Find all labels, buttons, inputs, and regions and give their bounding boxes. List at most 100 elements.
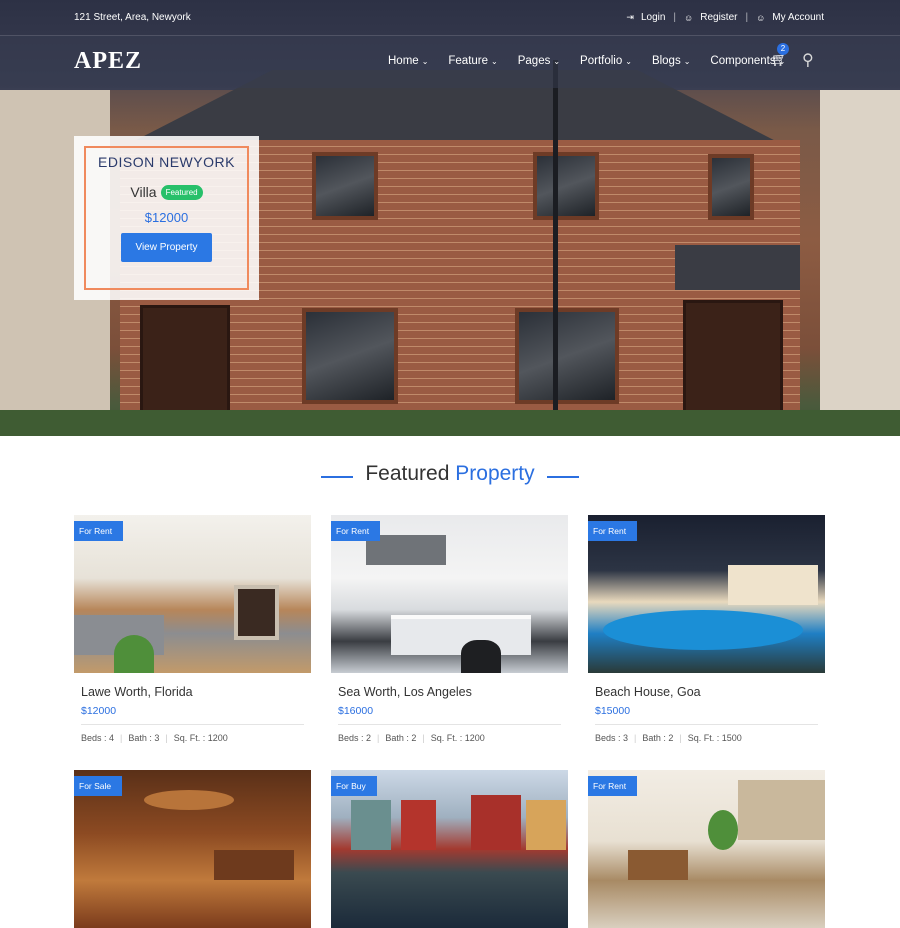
property-card[interactable]: For Rent Lawe Worth, Florida $12000 Beds… [74, 515, 311, 743]
divider: | [165, 733, 168, 743]
my-account-link[interactable]: My Account [772, 12, 824, 23]
top-bar: 121 Street, Area, Newyork ⇥ Login | ☺ Re… [0, 0, 900, 36]
sqft-value: Sq. Ft. : 1200 [173, 733, 228, 743]
hero-property-price: $12000 [144, 210, 189, 225]
divider: | [745, 12, 749, 23]
sqft-value: Sq. Ft. : 1500 [687, 733, 742, 743]
main-nav: APEZ Home ⌄ Feature ⌄ Pages ⌄ Portfolio ⌄ Bl… [0, 36, 900, 88]
property-meta: Beds : 2 | Bath : 2 | Sq. Ft. : 1200 [338, 733, 568, 743]
building-shape [526, 800, 566, 850]
featured-badge: Featured [160, 184, 203, 200]
property-image[interactable]: For Rent [331, 515, 568, 673]
hero-window [312, 152, 378, 220]
chevron-down-icon: ⌄ [421, 57, 429, 66]
property-image[interactable]: For Sale [74, 770, 311, 928]
bath-count: Bath : 2 [385, 733, 417, 743]
divider: | [377, 733, 380, 743]
hero-street-lamp [553, 60, 558, 436]
section-title: Featured Property [0, 462, 900, 486]
divider: | [673, 12, 677, 23]
hero-door [140, 305, 230, 413]
search-icon: ⚲ [802, 52, 814, 69]
divider [81, 724, 304, 725]
property-image[interactable]: For Rent [74, 515, 311, 673]
hero-property-title: EDISON NEWYORK [98, 154, 235, 170]
property-name[interactable]: Beach House, Goa [595, 685, 825, 699]
property-name[interactable]: Lawe Worth, Florida [81, 685, 311, 699]
login-link[interactable]: Login [641, 12, 665, 23]
divider: | [634, 733, 637, 743]
site-logo[interactable]: APEZ [74, 48, 142, 75]
nav-item-feature[interactable]: Feature ⌄ [448, 55, 497, 67]
villa-shape [728, 565, 818, 605]
beds-count: Beds : 2 [338, 733, 372, 743]
pool-shape [603, 610, 803, 650]
cart-count-badge: 2 [777, 43, 789, 55]
building-shape [401, 800, 436, 850]
nav-item-home[interactable]: Home ⌄ [388, 55, 428, 67]
pool-table-shape [214, 850, 294, 880]
divider: | [120, 733, 123, 743]
property-price: $15000 [595, 705, 631, 717]
beds-count: Beds : 3 [595, 733, 629, 743]
property-image[interactable]: For Rent [588, 515, 825, 673]
ceiling-shape [144, 790, 234, 810]
hero-door [683, 300, 783, 413]
nav-item-blogs[interactable]: Blogs ⌄ [652, 55, 690, 67]
property-image[interactable]: For Buy [331, 770, 568, 928]
hero-card-frame: EDISON NEWYORK Villa Featured $12000 Vie… [84, 146, 249, 290]
divider: | [422, 733, 425, 743]
chevron-down-icon: ⌄ [625, 57, 632, 66]
hero-porch-roof [675, 245, 800, 290]
property-name[interactable]: Sea Worth, Los Angeles [338, 685, 568, 699]
fireplace-shape [234, 585, 279, 640]
section-title-highlight: Property [455, 462, 535, 485]
search-button[interactable]: ⚲ [802, 50, 814, 70]
nav-menu: Home ⌄ Feature ⌄ Pages ⌄ Portfolio ⌄ Blogs ⌄ … [388, 55, 785, 67]
hero-window [708, 154, 754, 220]
property-meta: Beds : 4 | Bath : 3 | Sq. Ft. : 1200 [81, 733, 311, 743]
nav-item-label: Feature [448, 55, 489, 67]
property-meta: Beds : 3 | Bath : 2 | Sq. Ft. : 1500 [595, 733, 825, 743]
chevron-down-icon: ⌄ [553, 57, 561, 66]
chevron-down-icon: ⌄ [683, 57, 691, 66]
register-link[interactable]: Register [700, 12, 737, 23]
nav-item-label: Pages [517, 55, 551, 67]
view-property-button[interactable]: View Property [121, 233, 212, 262]
section-title-part: Featured [365, 462, 450, 485]
bath-count: Bath : 2 [642, 733, 674, 743]
account-links: ⇥ Login | ☺ Register | ☺ My Account [626, 12, 824, 23]
property-card[interactable]: For Sale [74, 770, 311, 928]
building-shape [471, 795, 521, 850]
hero-property-card: EDISON NEWYORK Villa Featured $12000 Vie… [74, 136, 259, 300]
nav-item-label: Portfolio [580, 55, 623, 67]
user-icon: ☺ [684, 12, 694, 23]
nav-item-label: Components [710, 55, 776, 67]
address-text: 121 Street, Area, Newyork [74, 12, 191, 23]
bath-count: Bath : 3 [128, 733, 160, 743]
property-image[interactable]: For Rent [588, 770, 825, 928]
hero-side-house-right [820, 90, 900, 420]
nav-item-label: Blogs [651, 55, 681, 67]
stool-shape [461, 640, 501, 673]
property-card[interactable]: For Rent [588, 770, 825, 928]
listing-tag: For Rent [588, 521, 638, 541]
nav-item-pages[interactable]: Pages ⌄ [518, 55, 560, 67]
nav-item-portfolio[interactable]: Portfolio ⌄ [580, 55, 632, 67]
hero-window [533, 152, 599, 220]
nav-item-label: Home [388, 55, 419, 67]
property-card[interactable]: For Rent Sea Worth, Los Angeles $16000 B… [331, 515, 568, 743]
divider [338, 724, 561, 725]
beds-count: Beds : 4 [81, 733, 115, 743]
property-card[interactable]: For Rent Beach House, Goa $15000 Beds : … [588, 515, 825, 743]
plant-shape [708, 810, 738, 850]
login-icon: ⇥ [626, 12, 634, 22]
hero-window [302, 308, 398, 404]
cart-button[interactable]: 🛒︎ 2 [771, 43, 789, 68]
listing-tag: For Rent [331, 521, 381, 541]
listing-tag: For Rent [588, 776, 638, 796]
bookshelf-shape [738, 780, 825, 840]
listing-tag: For Buy [331, 776, 377, 796]
property-card[interactable]: For Buy [331, 770, 568, 928]
sqft-value: Sq. Ft. : 1200 [430, 733, 485, 743]
